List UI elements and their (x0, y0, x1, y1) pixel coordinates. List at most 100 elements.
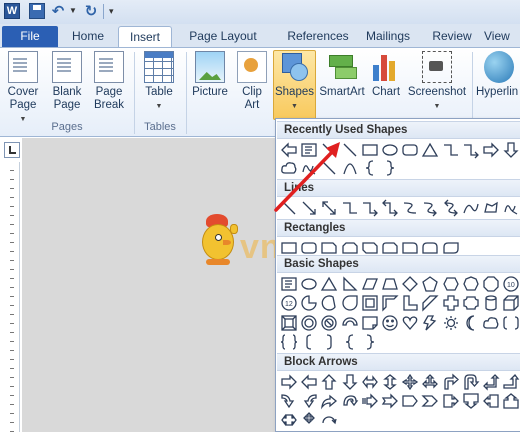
text-box-shape[interactable] (299, 140, 319, 160)
cover-page-button[interactable]: Cover Page ▼ (2, 51, 44, 126)
tab-home[interactable]: Home (64, 26, 112, 48)
u-turn-arrow-shape[interactable] (461, 372, 481, 392)
cube-shape[interactable] (501, 293, 520, 313)
arrow-line-shape[interactable] (299, 198, 319, 218)
up-arrow-callout-shape[interactable] (501, 391, 520, 411)
right-triangle-shape[interactable] (340, 274, 360, 294)
elbow-connector-shape[interactable] (340, 198, 360, 218)
double-arrow-line-shape[interactable] (319, 198, 339, 218)
right-arrow-shape[interactable] (481, 140, 501, 160)
undo-dropdown-icon[interactable]: ▼ (69, 6, 77, 15)
right-arrow-shape[interactable] (279, 372, 299, 392)
frame-shape[interactable] (360, 293, 380, 313)
quad-arrow-callout-shape[interactable] (299, 410, 319, 430)
curved-arrow-connector-shape[interactable] (420, 198, 440, 218)
oval-shape[interactable] (380, 140, 400, 160)
right-brace-shape[interactable] (380, 158, 400, 178)
decagon-shape[interactable]: 10 (501, 274, 520, 294)
smartart-button[interactable]: SmartArt (318, 51, 366, 99)
tab-view[interactable]: View (484, 26, 520, 48)
cloud-shape[interactable] (481, 313, 501, 333)
freeform-scribble-shape[interactable] (299, 158, 319, 178)
freeform-shape[interactable] (481, 198, 501, 218)
left-right-up-arrow-shape[interactable] (420, 372, 440, 392)
smiley-face-shape[interactable] (380, 313, 400, 333)
tab-file[interactable]: File (2, 26, 58, 48)
plaque-shape[interactable] (461, 293, 481, 313)
save-icon[interactable] (29, 3, 45, 19)
notched-right-arrow-shape[interactable] (380, 391, 400, 411)
block-arc-shape[interactable] (340, 313, 360, 333)
folded-corner-shape[interactable] (360, 313, 380, 333)
up-arrow-shape[interactable] (319, 372, 339, 392)
bent-arrow-shape[interactable] (441, 372, 461, 392)
line-shape[interactable] (279, 198, 299, 218)
diagonal-stripe-shape[interactable] (420, 293, 440, 313)
cross-shape[interactable] (441, 293, 461, 313)
moon-shape[interactable] (461, 313, 481, 333)
line-shape[interactable] (319, 140, 339, 160)
undo-icon[interactable]: ↶ (50, 3, 66, 19)
parallelogram-shape[interactable] (360, 274, 380, 294)
table-button[interactable]: Table ▼ (140, 51, 178, 113)
chart-button[interactable]: Chart (368, 51, 404, 99)
pentagon-arrow-shape[interactable] (400, 391, 420, 411)
curved-left-arrow-shape[interactable] (299, 391, 319, 411)
curve-shape[interactable] (461, 198, 481, 218)
customize-toolbar-icon[interactable]: ▾ (109, 6, 114, 17)
oval-shape[interactable] (299, 274, 319, 294)
triangle-shape[interactable] (319, 274, 339, 294)
rectangle-shape[interactable] (360, 140, 380, 160)
diamond-shape[interactable] (400, 274, 420, 294)
right-brace-shape[interactable] (360, 332, 380, 352)
redo-icon[interactable]: ↻ (83, 3, 99, 19)
down-arrow-callout-shape[interactable] (461, 391, 481, 411)
double-bracket-shape[interactable] (501, 313, 520, 333)
left-arrow-callout-shape[interactable] (481, 391, 501, 411)
elbow-double-arrow-shape[interactable] (380, 198, 400, 218)
elbow-arrow-connector-shape[interactable] (360, 198, 380, 218)
striped-right-arrow-shape[interactable] (360, 391, 380, 411)
clip-art-button[interactable]: Clip Art (234, 51, 270, 112)
tab-references[interactable]: References (280, 26, 356, 48)
heart-shape[interactable] (400, 313, 420, 333)
right-arrow-callout-shape[interactable] (441, 391, 461, 411)
l-shape[interactable] (400, 293, 420, 313)
lightning-bolt-shape[interactable] (420, 313, 440, 333)
right-bracket-shape[interactable] (319, 332, 339, 352)
down-arrow-shape[interactable] (501, 140, 520, 160)
donut-shape[interactable] (299, 313, 319, 333)
sun-shape[interactable] (441, 313, 461, 333)
left-brace-shape[interactable] (340, 332, 360, 352)
up-down-arrow-shape[interactable] (380, 372, 400, 392)
left-right-arrow-callout-shape[interactable] (279, 410, 299, 430)
tab-insert[interactable]: Insert (118, 26, 172, 48)
text-box-shape[interactable] (279, 274, 299, 294)
can-shape[interactable] (481, 293, 501, 313)
quad-arrow-shape[interactable] (400, 372, 420, 392)
cloud-shape[interactable] (279, 158, 299, 178)
octagon-shape[interactable] (481, 274, 501, 294)
tab-page-layout[interactable]: Page Layout (180, 26, 266, 48)
arc-shape[interactable] (340, 158, 360, 178)
left-brace-shape[interactable] (360, 158, 380, 178)
picture-button[interactable]: Picture (190, 51, 230, 99)
hexagon-shape[interactable] (441, 274, 461, 294)
line-shape[interactable] (340, 140, 360, 160)
curved-right-arrow-shape[interactable] (279, 391, 299, 411)
line-shape[interactable] (319, 158, 339, 178)
curved-up-arrow-shape[interactable] (319, 391, 339, 411)
scribble-shape[interactable] (501, 198, 520, 218)
tab-selector-button[interactable] (4, 142, 20, 158)
left-bracket-shape[interactable] (299, 332, 319, 352)
circular-arrow-shape[interactable] (319, 410, 339, 430)
triangle-shape[interactable] (420, 140, 440, 160)
half-frame-shape[interactable] (380, 293, 400, 313)
trapezoid-shape[interactable] (380, 274, 400, 294)
no-symbol-shape[interactable] (319, 313, 339, 333)
chevron-shape[interactable] (420, 391, 440, 411)
pie-shape[interactable] (299, 293, 319, 313)
bent-up-arrow-shape[interactable] (501, 372, 520, 392)
teardrop-shape[interactable] (340, 293, 360, 313)
curved-down-arrow-shape[interactable] (340, 391, 360, 411)
